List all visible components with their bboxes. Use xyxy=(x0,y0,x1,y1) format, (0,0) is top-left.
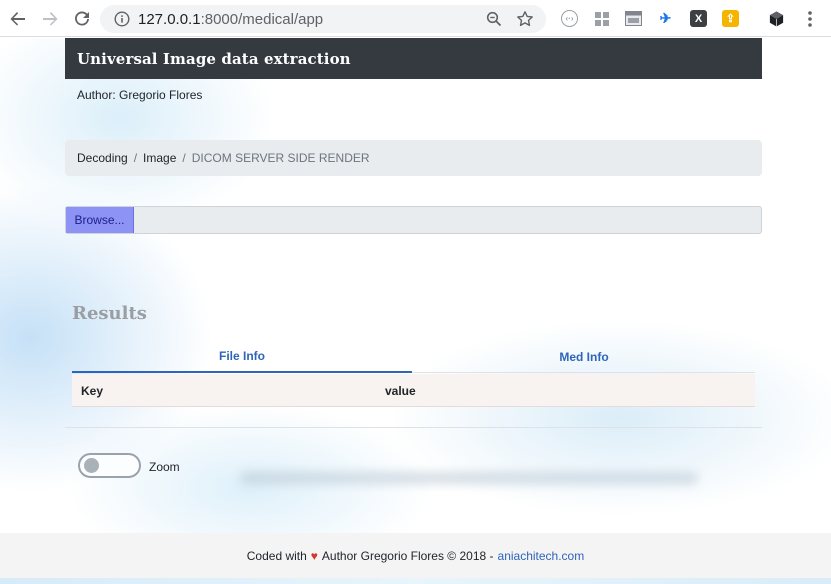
browse-button[interactable]: Browse... xyxy=(66,207,134,233)
page-bottom-strip xyxy=(0,578,831,584)
app-title: Universal Image data extraction xyxy=(77,50,351,68)
zoom-magnifier-icon[interactable] xyxy=(486,11,502,27)
breadcrumb-separator: / xyxy=(182,151,186,165)
translate-extension-icon[interactable]: ‹·› xyxy=(561,10,578,27)
toggle-knob xyxy=(84,458,99,473)
forward-arrow-icon[interactable] xyxy=(39,8,61,30)
footer-prefix: Coded with xyxy=(246,548,307,563)
browser-menu-icon[interactable] xyxy=(799,8,821,30)
browser-toolbar: 127.0.0.1:8000/medical/app ‹·› ✈ X ⇪ xyxy=(0,0,831,37)
breadcrumb: Decoding / Image / DICOM SERVER SIDE REN… xyxy=(65,140,762,176)
page-body: Universal Image data extraction Author: … xyxy=(0,38,831,584)
breadcrumb-item-decoding[interactable]: Decoding xyxy=(77,151,128,165)
url-path: :8000/medical/app xyxy=(200,11,324,28)
footer-link[interactable]: aniachitech.com xyxy=(498,549,585,563)
breadcrumb-item-image[interactable]: Image xyxy=(143,151,176,165)
tab-med-info[interactable]: Med Info xyxy=(414,341,754,373)
file-input[interactable]: Browse... xyxy=(65,206,762,234)
app-header: Universal Image data extraction xyxy=(65,38,762,79)
x-extension-icon[interactable]: X xyxy=(690,10,707,27)
heart-icon: ♥ xyxy=(310,548,318,563)
window-extension-icon[interactable] xyxy=(625,10,642,27)
results-tabs: File Info Med Info xyxy=(72,341,755,373)
back-arrow-icon[interactable] xyxy=(7,8,29,30)
results-table-header: Key value xyxy=(72,374,755,407)
zoom-toggle[interactable] xyxy=(78,453,141,478)
footer-author: Author Gregorio Flores © 2018 - xyxy=(321,548,494,563)
footer: Coded with ♥ Author Gregorio Flores © 20… xyxy=(0,533,831,578)
zoom-label: Zoom xyxy=(149,460,180,474)
reload-icon[interactable] xyxy=(71,8,93,30)
column-header-value: value xyxy=(385,384,416,398)
url-text[interactable]: 127.0.0.1:8000/medical/app xyxy=(138,11,323,28)
url-host: 127.0.0.1 xyxy=(138,11,201,28)
image-preview-placeholder xyxy=(240,472,698,484)
site-info-icon[interactable] xyxy=(114,11,130,27)
arrow-extension-icon[interactable]: ✈ xyxy=(657,10,674,27)
grid-extension-icon[interactable] xyxy=(593,10,610,27)
file-name-field[interactable] xyxy=(134,207,761,233)
cube-extension-icon[interactable] xyxy=(768,10,785,27)
column-header-key: Key xyxy=(81,384,104,398)
results-heading: Results xyxy=(72,303,147,324)
bookmark-star-icon[interactable] xyxy=(516,10,534,28)
address-bar[interactable]: 127.0.0.1:8000/medical/app xyxy=(100,5,546,33)
breadcrumb-item-active: DICOM SERVER SIDE RENDER xyxy=(191,151,370,165)
tab-file-info[interactable]: File Info xyxy=(72,341,412,373)
section-divider xyxy=(65,427,762,428)
author-line: Author: Gregorio Flores xyxy=(77,88,203,102)
breadcrumb-separator: / xyxy=(133,151,138,165)
upload-extension-icon[interactable]: ⇪ xyxy=(722,10,739,27)
